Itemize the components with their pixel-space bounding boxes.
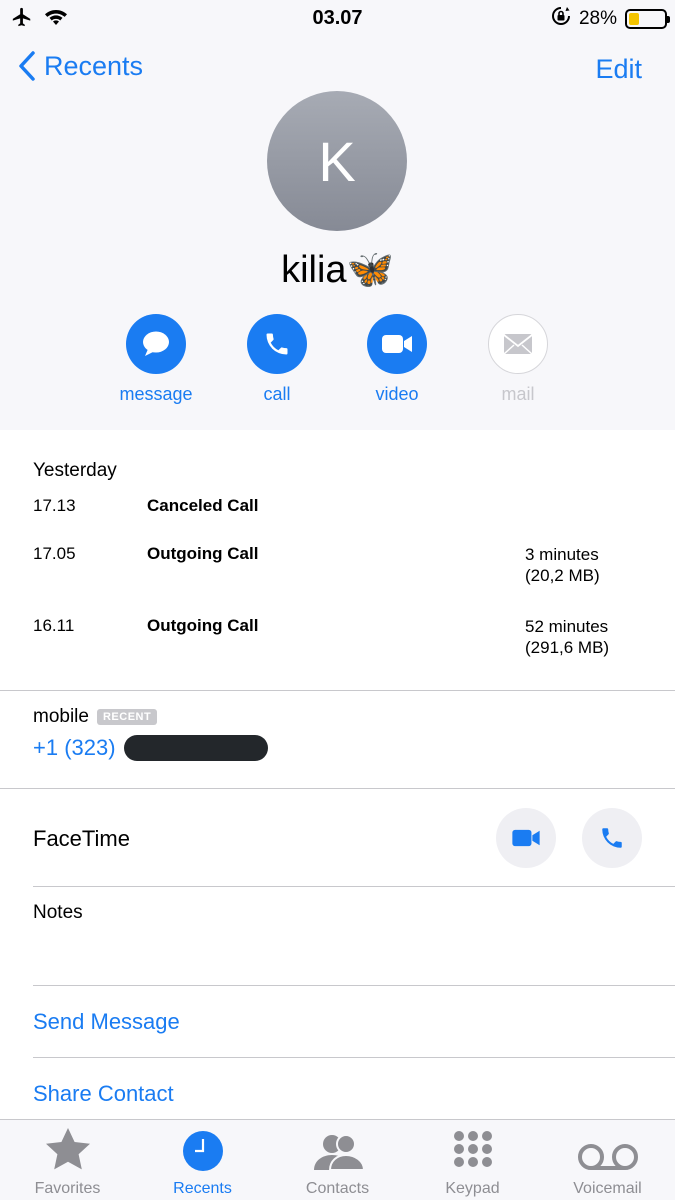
call-time: 16.11 (33, 616, 75, 635)
recent-badge: RECENT (96, 709, 158, 725)
keypad-icon (453, 1131, 492, 1167)
tab-label: Voicemail (573, 1180, 642, 1197)
message-label: message (119, 384, 193, 404)
orientation-lock-icon (551, 6, 571, 32)
facetime-video-button[interactable] (496, 808, 556, 868)
phone-label: mobile RECENT (33, 706, 158, 728)
call-label: call (263, 384, 291, 404)
message-button[interactable] (126, 314, 186, 374)
call-size-text: (291,6 MB) (525, 638, 610, 657)
mail-button (488, 314, 548, 374)
call-duration-text: 3 minutes (525, 545, 599, 564)
mail-action: mail (458, 314, 578, 405)
video-label: video (375, 384, 419, 404)
avatar: K (267, 91, 407, 231)
chevron-left-icon (19, 51, 35, 81)
separator (33, 886, 675, 887)
status-bar: 03.07 28% (0, 0, 675, 36)
contact-header: Recents Edit K kilia🦋 message call video (0, 36, 675, 430)
contact-name: kilia🦋 (281, 249, 394, 291)
send-message-link[interactable]: Send Message (33, 1009, 180, 1035)
call-action[interactable]: call (217, 314, 337, 405)
call-button[interactable] (247, 314, 307, 374)
history-day: Yesterday (33, 460, 117, 481)
call-duration-text: 52 minutes (525, 617, 609, 636)
tab-keypad[interactable]: Keypad (405, 1120, 540, 1200)
back-button[interactable]: Recents (18, 50, 143, 82)
star-icon (45, 1128, 90, 1170)
voicemail-icon (577, 1144, 638, 1170)
facetime-label: FaceTime (33, 826, 130, 851)
mail-label: mail (501, 384, 535, 404)
separator (33, 985, 675, 986)
phone-icon (602, 828, 622, 848)
tab-label: Keypad (445, 1180, 500, 1197)
facetime-audio-button[interactable] (582, 808, 642, 868)
call-history: Yesterday 17.13 Canceled Call 17.05 Outg… (0, 430, 675, 690)
notes-field[interactable]: Notes (33, 902, 83, 924)
phone-label-text: mobile (33, 706, 89, 727)
call-kind: Outgoing Call (147, 616, 259, 635)
redacted-number (123, 735, 268, 761)
call-duration: 3 minutes (20,2 MB) (525, 544, 600, 586)
call-size-text: (20,2 MB) (525, 566, 600, 585)
separator (0, 690, 675, 691)
share-contact-link[interactable]: Share Contact (33, 1081, 174, 1107)
battery-fill (629, 13, 639, 25)
phone-number[interactable]: +1 (323) (33, 735, 268, 761)
video-camera-icon (512, 829, 540, 847)
phone-icon (266, 333, 288, 355)
call-time: 17.13 (33, 496, 76, 515)
call-time: 17.05 (33, 544, 76, 563)
clock-icon (182, 1131, 223, 1171)
tab-label: Recents (173, 1180, 232, 1197)
separator (0, 788, 675, 789)
tab-voicemail[interactable]: Voicemail (540, 1120, 675, 1200)
call-duration: 52 minutes (291,6 MB) (525, 616, 609, 658)
video-camera-icon (382, 335, 412, 353)
separator (33, 1057, 675, 1058)
tab-recents[interactable]: Recents (135, 1120, 270, 1200)
back-label: Recents (44, 50, 144, 81)
message-action[interactable]: message (96, 314, 216, 405)
tab-label: Contacts (305, 1180, 370, 1197)
battery-percent: 28% (578, 8, 617, 29)
phone-number-text: +1 (323) (33, 735, 116, 760)
tab-label: Favorites (34, 1180, 101, 1197)
video-action[interactable]: video (337, 314, 457, 405)
message-bubble-icon (143, 331, 169, 356)
tab-bar: Favorites Recents Contacts Keypad Voicem… (0, 1119, 675, 1200)
tab-contacts[interactable]: Contacts (270, 1120, 405, 1200)
contacts-icon (313, 1134, 365, 1171)
envelope-icon (503, 334, 533, 355)
battery-icon (625, 9, 670, 29)
status-right: 28% (551, 6, 670, 32)
call-kind: Canceled Call (147, 496, 259, 515)
video-button[interactable] (367, 314, 427, 374)
edit-button[interactable]: Edit (595, 54, 642, 85)
tab-favorites[interactable]: Favorites (0, 1120, 135, 1200)
call-kind: Outgoing Call (147, 544, 259, 563)
